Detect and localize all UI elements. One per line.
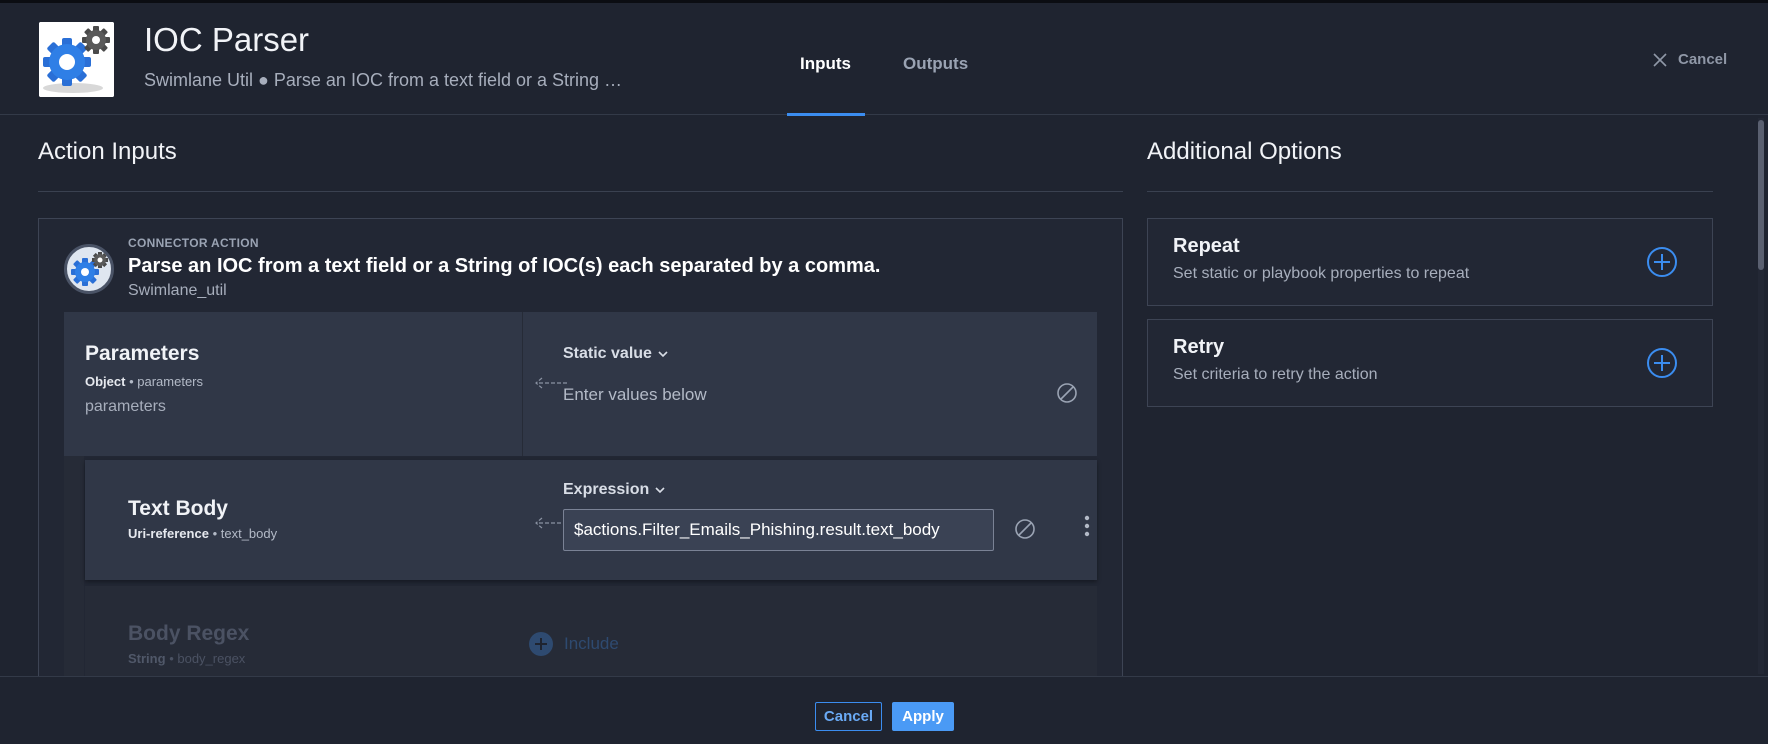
text-body-expression-input[interactable] [563,509,994,551]
connector-action-title: Parse an IOC from a text field or a Stri… [128,255,881,277]
additional-options-heading: Additional Options [1147,138,1342,165]
action-inputs-heading: Action Inputs [38,138,177,165]
footer-bar [0,676,1768,744]
parameters-type: Object [85,374,126,389]
parameters-value-placeholder: Enter values below [563,385,707,404]
clear-value-icon[interactable] [1056,382,1078,404]
add-repeat-plus-icon[interactable] [1646,246,1678,278]
plus-circle-icon [529,632,553,656]
retry-option-card[interactable]: Retry Set criteria to retry the action [1147,319,1713,407]
meta-dot: • [212,526,221,541]
text-body-meta: Uri-reference • text_body [128,526,277,541]
nested-parameters-rail [64,456,84,676]
header-cancel-label: Cancel [1678,51,1728,68]
retry-title: Retry [1173,336,1225,358]
connector-action-label: CONNECTOR ACTION [128,236,259,250]
chevron-down-icon [655,487,665,494]
active-tab-indicator [787,113,865,116]
apply-button[interactable]: Apply [892,702,954,731]
connector-gears-icon [64,244,114,294]
repeat-description: Set static or playbook properties to rep… [1173,265,1470,282]
connector-action-subtitle: Swimlane_util [128,282,227,299]
additional-options-divider [1147,191,1713,192]
add-retry-plus-icon[interactable] [1646,347,1678,379]
parameters-key: parameters [137,374,204,389]
body-regex-type: String [128,651,166,666]
parameters-column-divider [522,312,523,456]
scrollbar-thumb[interactable] [1758,120,1764,270]
repeat-option-card[interactable]: Repeat Set static or playbook properties… [1147,218,1713,306]
body-regex-include-button[interactable]: Include [528,631,619,657]
header: IOC Parser Swimlane Util ● Parse an IOC … [0,3,1768,116]
repeat-title: Repeat [1173,235,1240,257]
body-regex-key: body_regex [177,651,246,666]
text-body-mode-dropdown[interactable]: Expression [563,481,665,499]
parameters-description: parameters [85,398,166,415]
more-options-icon[interactable] [1083,514,1091,538]
parameters-mode-dropdown[interactable]: Static value [563,345,668,363]
app-logo-gears-icon [39,22,114,97]
close-icon [1653,52,1667,67]
app-subtitle: Swimlane Util ● Parse an IOC from a text… [144,70,623,90]
tab-inputs[interactable]: Inputs [800,54,851,74]
parameters-row [64,312,1097,456]
body-regex-title: Body Regex [128,622,250,645]
cancel-button[interactable]: Cancel [815,702,882,731]
text-body-mode-label: Expression [563,481,650,498]
app-title: IOC Parser [144,21,310,58]
text-body-type: Uri-reference [128,526,209,541]
retry-description: Set criteria to retry the action [1173,366,1378,383]
header-cancel-button[interactable]: Cancel [1652,51,1727,68]
clear-value-icon[interactable] [1014,518,1036,540]
body-regex-meta: String • body_regex [128,651,245,666]
chevron-down-icon [658,351,668,358]
text-body-title: Text Body [128,497,228,520]
action-inputs-divider [38,191,1123,192]
parameters-mode-label: Static value [563,345,652,362]
text-body-key: text_body [220,526,278,541]
parameters-meta: Object • parameters [85,374,203,389]
parameters-title: Parameters [85,342,200,365]
include-label: Include [564,634,619,653]
tab-outputs[interactable]: Outputs [903,54,968,74]
